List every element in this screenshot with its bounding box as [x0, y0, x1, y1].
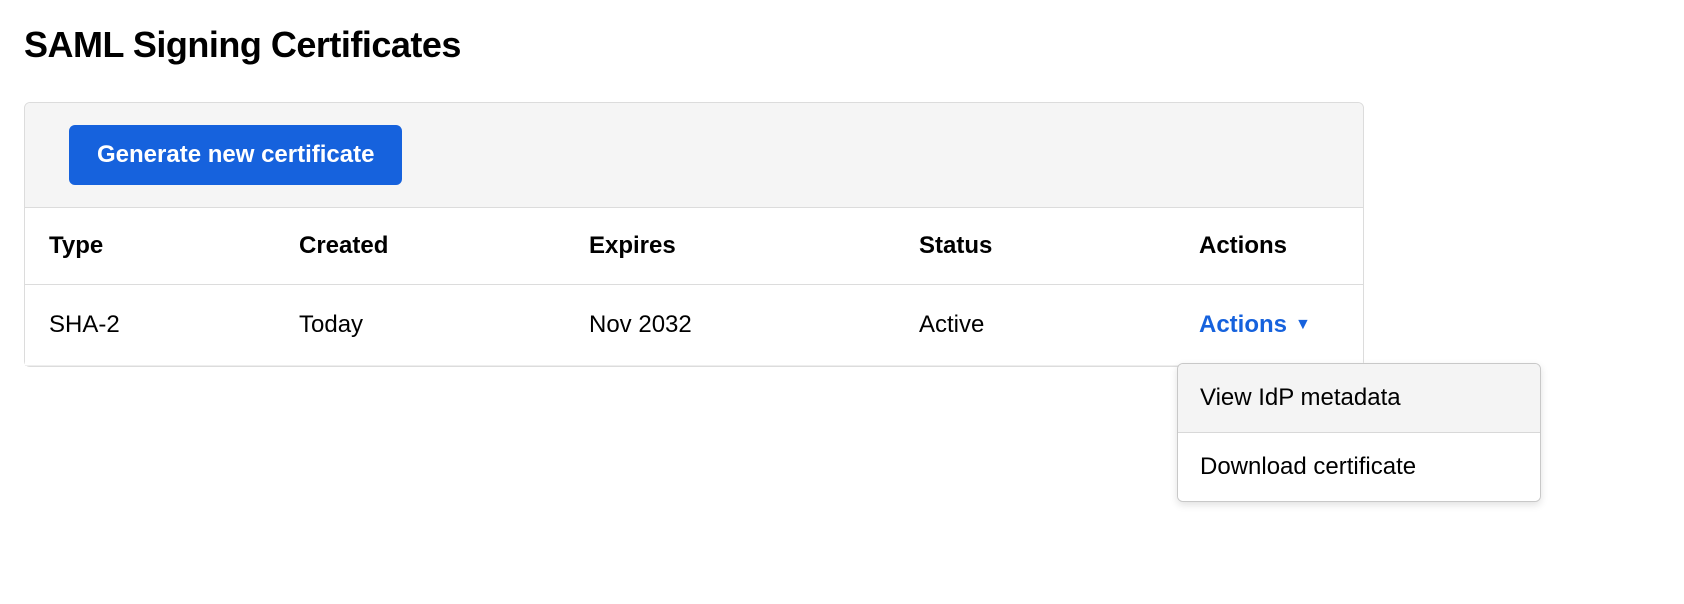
cell-created: Today — [275, 285, 565, 366]
row-actions-label: Actions — [1199, 311, 1287, 339]
certificates-table: Type Created Expires Status Actions SHA-… — [25, 208, 1363, 366]
cell-type: SHA-2 — [25, 285, 275, 366]
certificates-panel: Generate new certificate Type Created Ex… — [24, 102, 1364, 367]
panel-toolbar: Generate new certificate — [25, 103, 1363, 208]
section-title: SAML Signing Certificates — [24, 24, 1660, 66]
cell-actions: Actions ▼ — [1175, 285, 1363, 366]
column-header-type: Type — [25, 208, 275, 285]
generate-new-certificate-button[interactable]: Generate new certificate — [69, 125, 402, 185]
table-row: SHA-2 Today Nov 2032 Active Actions ▼ — [25, 285, 1363, 366]
dropdown-item-view-idp-metadata[interactable]: View IdP metadata — [1178, 364, 1540, 433]
dropdown-item-download-certificate[interactable]: Download certificate — [1178, 433, 1540, 501]
column-header-created: Created — [275, 208, 565, 285]
column-header-actions: Actions — [1175, 208, 1363, 285]
row-actions-dropdown-menu: View IdP metadata Download certificate — [1177, 363, 1541, 502]
row-actions-dropdown-trigger[interactable]: Actions ▼ — [1199, 311, 1311, 339]
column-header-status: Status — [895, 208, 1175, 285]
cell-status: Active — [895, 285, 1175, 366]
column-header-expires: Expires — [565, 208, 895, 285]
cell-expires: Nov 2032 — [565, 285, 895, 366]
caret-down-icon: ▼ — [1295, 316, 1311, 334]
